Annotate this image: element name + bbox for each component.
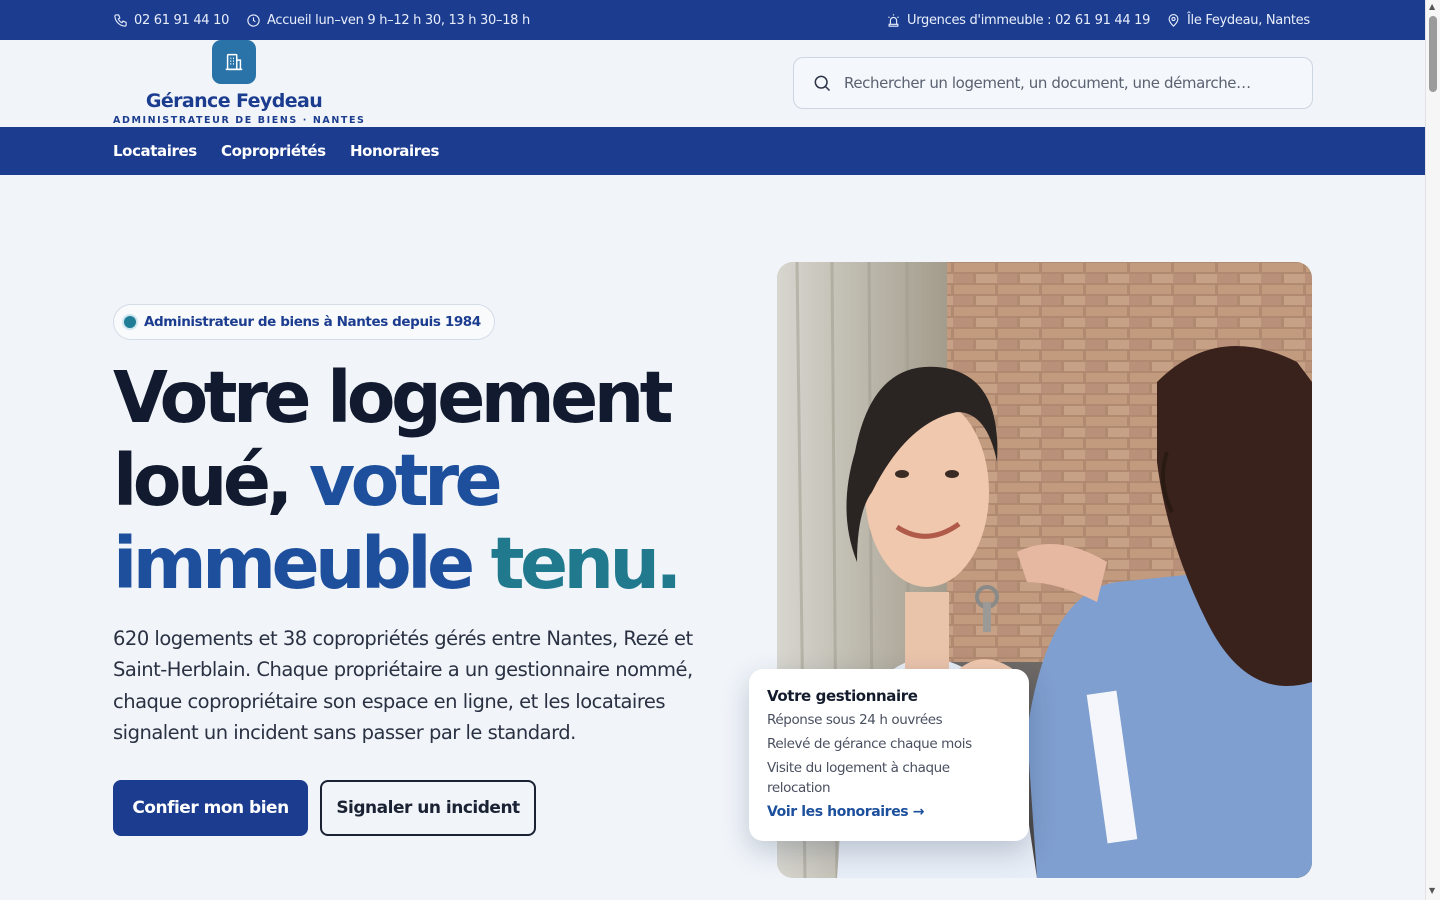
list-item: Réponse sous 24 h ouvrées [767, 712, 943, 728]
list-item: Visite du logement à chaque relocation [767, 760, 950, 796]
page-scrollbar[interactable]: ▲ ▼ [1425, 0, 1440, 900]
location-text: Île Feydeau, Nantes [1187, 12, 1310, 28]
nav-item-coproprietes[interactable]: Copropriétés [221, 127, 326, 175]
hero-badge: Administrateur de biens à Nantes depuis … [113, 304, 495, 340]
logo[interactable] [212, 40, 256, 84]
phone-number: 02 61 91 44 10 [134, 12, 230, 28]
map-pin-icon [1168, 13, 1179, 27]
siren-icon [888, 13, 899, 27]
scrollbar-thumb[interactable] [1429, 16, 1437, 92]
list-item: Relevé de gérance chaque mois [767, 736, 972, 752]
hero-badge-text: Administrateur de biens à Nantes depuis … [144, 314, 481, 330]
phone-icon [114, 13, 127, 27]
search-bar[interactable] [793, 57, 1313, 109]
manager-card: Votre gestionnaire Réponse sous 24 h ouv… [749, 669, 1029, 841]
hero-title-part3: immeuble [113, 522, 475, 605]
opening-hours-text: Accueil lun–ven 9 h–12 h 30, 13 h 30–18 … [267, 12, 530, 28]
hero-title-part2: votre [308, 439, 503, 522]
top-info-bar: 02 61 91 44 10 Accueil lun–ven 9 h–12 h … [0, 0, 1425, 40]
building-icon [225, 53, 243, 71]
manager-card-title: Votre gestionnaire [767, 687, 918, 705]
clock-icon [247, 13, 260, 27]
brand-tagline: ADMINISTRATEUR DE BIENS · NANTES [113, 115, 366, 126]
emergency-phone: Urgences d'immeuble : 02 61 91 44 19 [907, 12, 1151, 28]
search-icon [814, 75, 831, 92]
hero-description: 620 logements et 38 copropriétés gérés e… [113, 627, 693, 744]
search-input[interactable] [844, 74, 1284, 92]
main-navigation: Locataires Copropriétés Honoraires [0, 127, 1425, 175]
location-info: Île Feydeau, Nantes [1166, 0, 1310, 40]
phone-info[interactable]: 02 61 91 44 10 [113, 0, 229, 40]
brand-name[interactable]: Gérance Feydeau [113, 90, 355, 112]
manager-card-list: Réponse sous 24 h ouvrées Relevé de géra… [767, 710, 1011, 798]
hero-title-part4: tenu. [490, 522, 683, 605]
nav-item-locataires[interactable]: Locataires [113, 127, 197, 175]
site-header: Gérance Feydeau ADMINISTRATEUR DE BIENS … [0, 40, 1425, 127]
scroll-up-icon[interactable]: ▲ [1429, 2, 1435, 11]
nav-item-honoraires[interactable]: Honoraires [350, 127, 439, 175]
emergency-info[interactable]: Urgences d'immeuble : 02 61 91 44 19 [886, 0, 1150, 40]
entrust-property-button[interactable]: Confier mon bien [113, 780, 308, 836]
status-dot [124, 316, 136, 328]
fees-link[interactable]: Voir les honoraires → [767, 804, 1011, 820]
opening-hours: Accueil lun–ven 9 h–12 h 30, 13 h 30–18 … [246, 0, 530, 40]
report-incident-button[interactable]: Signaler un incident [320, 780, 536, 836]
hero-title: Votre logement loué, votre immeuble tenu… [113, 356, 733, 605]
scroll-down-icon[interactable]: ▼ [1429, 886, 1435, 895]
